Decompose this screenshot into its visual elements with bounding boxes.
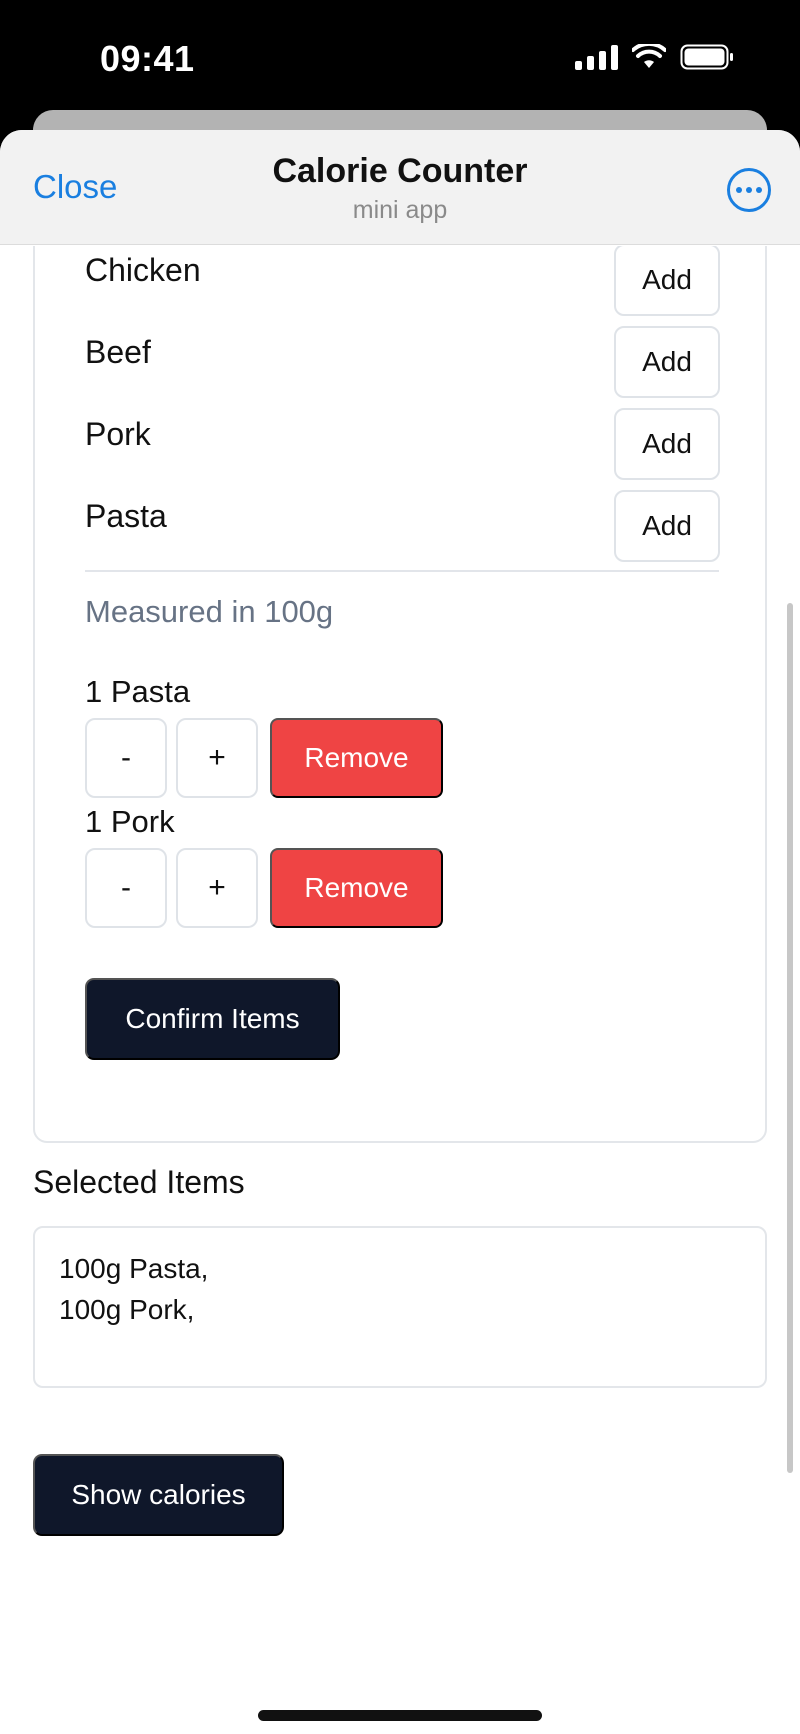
decrease-pasta-button[interactable]: - (85, 718, 167, 798)
cellular-signal-icon (575, 44, 618, 70)
cart-item-label: 1 Pork (85, 804, 175, 839)
status-icons (575, 44, 734, 70)
show-calories-button[interactable]: Show calories (33, 1454, 284, 1536)
content-area: Chicken Add Beef Add Pork Add Pasta Add … (0, 246, 800, 1734)
food-name: Pork (85, 416, 151, 452)
divider (85, 570, 719, 572)
sheet-header: Close Calorie Counter mini app (0, 130, 800, 245)
remove-pork-button[interactable]: Remove (270, 848, 443, 928)
wifi-icon (632, 44, 666, 70)
home-indicator[interactable] (258, 1710, 542, 1721)
app-subtitle: mini app (352, 196, 448, 224)
battery-icon (680, 44, 734, 70)
app-title: Calorie Counter (272, 152, 528, 190)
cart-item-label: 1 Pasta (85, 674, 191, 709)
selected-item-line: 100g Pasta, (59, 1253, 209, 1284)
selected-items-textarea[interactable]: 100g Pasta, 100g Pork, (33, 1226, 767, 1388)
food-row: Beef Add (85, 326, 720, 398)
scrollbar[interactable] (787, 603, 793, 1473)
confirm-items-button[interactable]: Confirm Items (85, 978, 340, 1060)
selected-item-line: 100g Pork, (59, 1294, 195, 1325)
food-row: Pork Add (85, 408, 720, 480)
add-beef-button[interactable]: Add (614, 326, 720, 398)
selected-items-heading: Selected Items (33, 1164, 245, 1200)
increase-pork-button[interactable]: + (176, 848, 258, 928)
more-options-icon[interactable] (727, 168, 771, 212)
mini-app-sheet: Close Calorie Counter mini app Chicken A… (0, 130, 800, 1734)
decrease-pork-button[interactable]: - (85, 848, 167, 928)
status-bar: 09:41 (0, 0, 800, 110)
food-name: Beef (85, 334, 151, 370)
measure-note: Measured in 100g (85, 594, 334, 629)
food-name: Pasta (85, 498, 167, 534)
add-chicken-button[interactable]: Add (614, 246, 720, 316)
food-name: Chicken (85, 252, 201, 288)
food-selection-panel: Chicken Add Beef Add Pork Add Pasta Add … (33, 246, 767, 1143)
increase-pasta-button[interactable]: + (176, 718, 258, 798)
remove-pasta-button[interactable]: Remove (270, 718, 443, 798)
food-row: Chicken Add (85, 246, 720, 316)
food-row: Pasta Add (85, 490, 720, 562)
add-pasta-button[interactable]: Add (614, 490, 720, 562)
status-time: 09:41 (100, 38, 195, 79)
add-pork-button[interactable]: Add (614, 408, 720, 480)
